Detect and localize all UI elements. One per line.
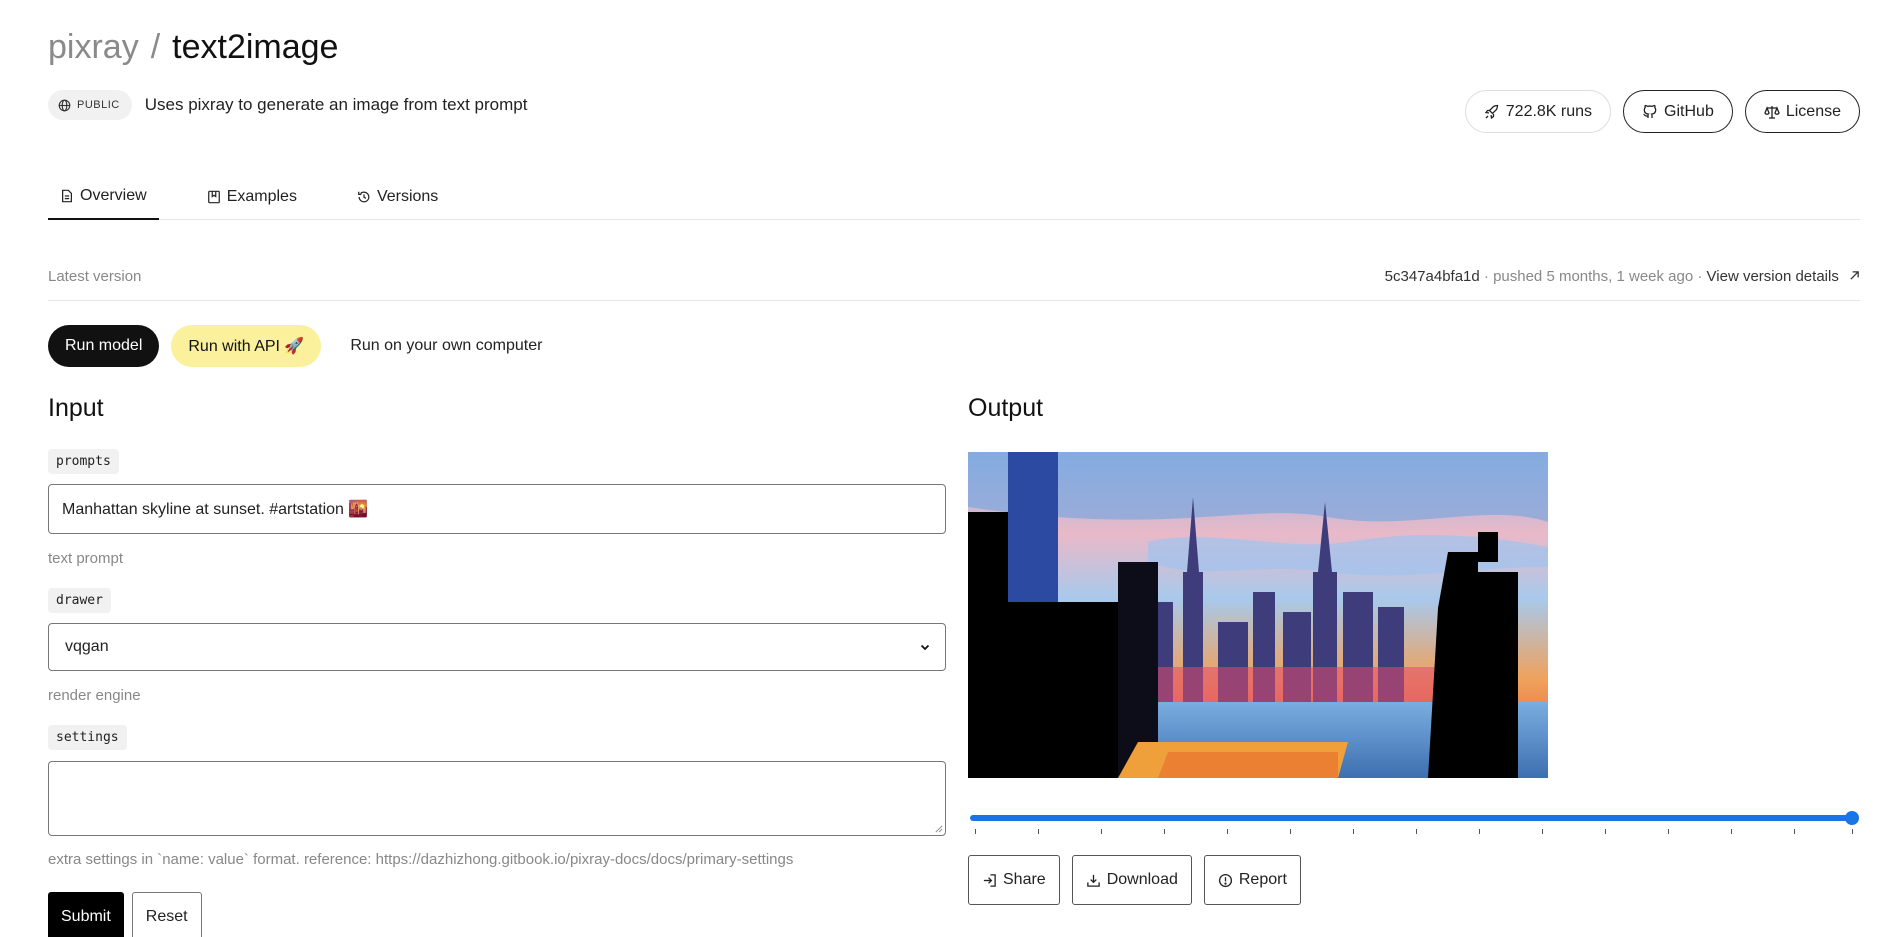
output-image (968, 452, 1548, 778)
download-label: Download (1106, 871, 1178, 888)
model-description: Uses pixray to generate an image from te… (144, 95, 528, 114)
latest-version-label: Latest version (48, 268, 142, 285)
scale-icon (1764, 104, 1780, 120)
reset-button[interactable]: Reset (131, 892, 202, 937)
github-label: GitHub (1664, 102, 1714, 120)
slider-track (970, 815, 1854, 821)
settings-textarea[interactable] (48, 761, 946, 836)
output-actions: Share Download Report (968, 855, 1301, 905)
output-title: Output (968, 394, 1044, 422)
slider-tick (1479, 829, 1480, 834)
slider-tick (1038, 829, 1039, 834)
description-row: PUBLIC Uses pixray to generate an image … (48, 90, 527, 120)
drawer-hint: render engine (48, 687, 141, 704)
version-info: 5c347a4bfa1d · pushed 5 months, 1 week a… (1385, 268, 1860, 300)
share-button[interactable]: Share (968, 855, 1060, 905)
drawer-select[interactable]: vqgan (48, 623, 946, 671)
rocket-icon (1484, 104, 1500, 120)
visibility-badge: PUBLIC (48, 90, 132, 120)
alert-circle-icon (1218, 873, 1233, 888)
slider-tick (1731, 829, 1732, 834)
download-icon (1086, 873, 1101, 888)
runs-count-button[interactable]: 722.8K runs (1464, 90, 1612, 133)
input-panel: Input prompts Manhattan skyline at sunse… (48, 390, 946, 937)
license-label: License (1785, 102, 1841, 120)
prompts-hint: text prompt (48, 550, 124, 567)
output-progress-slider[interactable] (968, 806, 1860, 836)
slider-tick (1164, 829, 1165, 834)
tab-overview[interactable]: Overview (48, 174, 159, 220)
slider-tick (1542, 829, 1543, 834)
settings-label: settings (48, 725, 127, 750)
tab-overview-label: Overview (80, 187, 147, 204)
github-button[interactable]: GitHub (1623, 90, 1733, 133)
report-label: Report (1238, 871, 1287, 888)
drawer-label: drawer (48, 588, 111, 613)
version-bar: Latest version 5c347a4bfa1d · pushed 5 m… (48, 268, 1860, 301)
pushed-time: · pushed 5 months, 1 week ago · (1479, 268, 1707, 285)
slider-tick (1416, 829, 1417, 834)
slider-tick (1290, 829, 1291, 834)
slider-tick (1227, 829, 1228, 834)
submit-button[interactable]: Submit (48, 892, 124, 937)
document-icon (60, 189, 74, 203)
tab-versions[interactable]: Versions (345, 174, 450, 220)
slider-tick (975, 829, 976, 834)
visibility-label: PUBLIC (77, 99, 120, 111)
owner-link[interactable]: pixray (48, 28, 139, 66)
run-with-api-button[interactable]: Run with API 🚀 (171, 325, 322, 367)
chevron-down-icon (919, 641, 931, 653)
runs-count-label: 722.8K runs (1505, 102, 1593, 120)
prompts-label: prompts (48, 449, 119, 474)
resize-handle-icon[interactable] (934, 824, 943, 833)
view-version-details-link[interactable]: View version details (1707, 268, 1839, 285)
tab-bar: Overview Examples Versions (48, 174, 1860, 220)
tab-examples[interactable]: Examples (195, 174, 309, 220)
prompts-input[interactable]: Manhattan skyline at sunset. #artstation… (48, 484, 946, 534)
download-button[interactable]: Download (1071, 855, 1192, 905)
run-locally-button[interactable]: Run on your own computer (333, 325, 559, 367)
slider-tick (1852, 829, 1853, 834)
license-button[interactable]: License (1744, 90, 1860, 133)
drawer-selected-value: vqgan (65, 638, 109, 655)
form-actions: Submit Reset (48, 892, 202, 937)
share-icon (982, 873, 997, 888)
slider-tick (1353, 829, 1354, 834)
github-icon (1642, 104, 1658, 120)
run-options: Run model Run with API 🚀 Run on your own… (48, 325, 559, 367)
model-name[interactable]: text2image (172, 28, 338, 66)
share-label: Share (1003, 871, 1046, 888)
bookmark-icon (207, 190, 221, 204)
page-title: pixray / text2image (48, 24, 338, 70)
arrow-up-right-icon (1849, 270, 1860, 281)
title-separator: / (150, 28, 161, 66)
header-actions: 722.8K runs GitHub License (1464, 90, 1860, 133)
history-icon (357, 190, 371, 204)
settings-hint: extra settings in `name: value` format. … (48, 851, 794, 868)
output-panel: Output Share Download Report (968, 390, 1860, 905)
slider-tick (1605, 829, 1606, 834)
globe-icon (58, 99, 71, 112)
slider-tick (1101, 829, 1102, 834)
slider-thumb[interactable] (1845, 811, 1859, 825)
tab-examples-label: Examples (226, 188, 297, 205)
run-model-button[interactable]: Run model (48, 325, 160, 367)
input-title: Input (48, 394, 104, 422)
report-button[interactable]: Report (1203, 855, 1301, 905)
version-id[interactable]: 5c347a4bfa1d (1385, 268, 1480, 285)
tab-versions-label: Versions (376, 188, 439, 205)
slider-tick (1668, 829, 1669, 834)
slider-tick (1794, 829, 1795, 834)
